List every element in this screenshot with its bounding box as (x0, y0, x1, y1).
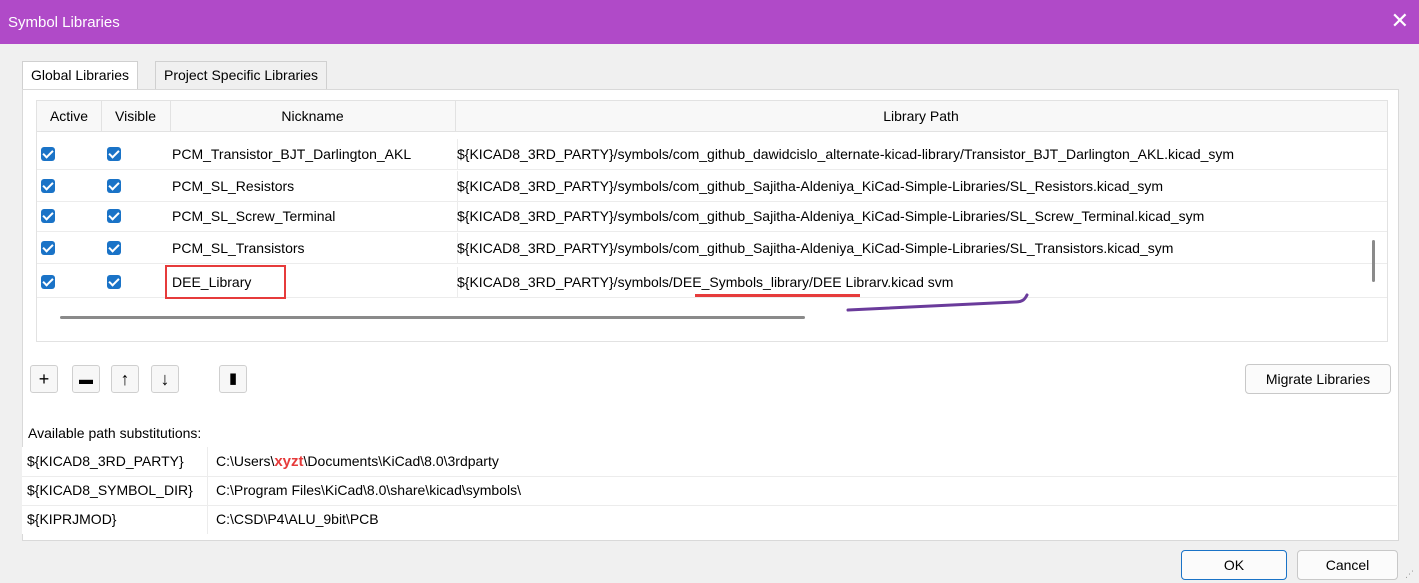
active-checkbox[interactable] (41, 275, 55, 289)
table-row[interactable]: PCM_Transistor_BJT_Darlington_AKL ${KICA… (37, 139, 1387, 170)
annotation-box (165, 265, 286, 299)
horizontal-scrollbar[interactable] (60, 316, 805, 319)
substitution-value: C:\CSD\P4\ALU_9bit\PCB (216, 511, 379, 527)
substitution-row[interactable]: ${KICAD8_3RD_PARTY} C:\Users\xyzt\Docume… (22, 447, 1397, 477)
active-checkbox[interactable] (41, 179, 55, 193)
add-icon[interactable]: + (30, 365, 58, 393)
arrow-down-icon[interactable]: ↓ (151, 365, 179, 393)
path-cell[interactable]: ${KICAD8_3RD_PARTY}/symbols/com_github_d… (457, 139, 1387, 169)
nickname-cell[interactable]: PCM_Transistor_BJT_Darlington_AKL (170, 139, 458, 169)
path-prefix: ${KICAD8_3RD_PARTY}/symbols/ (457, 274, 673, 290)
column-header-visible[interactable]: Visible (101, 101, 171, 131)
column-header-active[interactable]: Active (37, 101, 102, 131)
substitution-value: C:\Users\xyzt\Documents\KiCad\8.0\3rdpar… (216, 453, 499, 470)
active-checkbox[interactable] (41, 209, 55, 223)
library-table: Active Visible Nickname Library Path PCM… (36, 100, 1388, 342)
visible-checkbox[interactable] (107, 179, 121, 193)
column-header-nickname[interactable]: Nickname (170, 101, 456, 131)
close-icon[interactable]: ✕ (1391, 8, 1409, 34)
ok-button[interactable]: OK (1181, 550, 1287, 580)
table-row[interactable]: PCM_SL_Transistors ${KICAD8_3RD_PARTY}/s… (37, 233, 1387, 264)
resize-grip-icon[interactable]: ⋰ (1405, 569, 1415, 579)
substitution-row[interactable]: ${KICAD8_SYMBOL_DIR} C:\Program Files\Ki… (22, 476, 1397, 506)
substitutions-label: Available path substitutions: (28, 425, 202, 441)
migrate-libraries-button[interactable]: Migrate Libraries (1245, 364, 1391, 394)
path-suffix: /DEE Librarv.kicad svm (808, 274, 954, 290)
tab-global-libraries[interactable]: Global Libraries (22, 61, 139, 91)
folder-icon[interactable]: ▬ (72, 365, 100, 393)
table-row[interactable]: PCM_SL_Resistors ${KICAD8_3RD_PARTY}/sym… (37, 171, 1387, 202)
visible-checkbox[interactable] (107, 147, 121, 161)
nickname-cell[interactable]: PCM_SL_Resistors (170, 171, 458, 201)
cancel-button[interactable]: Cancel (1297, 550, 1398, 580)
path-cell[interactable]: ${KICAD8_3RD_PARTY}/symbols/com_github_S… (457, 201, 1387, 231)
visible-checkbox[interactable] (107, 275, 121, 289)
substitution-key: ${KICAD8_SYMBOL_DIR} (27, 476, 208, 505)
visible-checkbox[interactable] (107, 241, 121, 255)
vertical-scrollbar[interactable] (1372, 240, 1375, 282)
substitution-value: C:\Program Files\KiCad\8.0\share\kicad\s… (216, 482, 521, 498)
substitution-key: ${KICAD8_3RD_PARTY} (27, 447, 208, 476)
window-title: Symbol Libraries (8, 14, 120, 31)
tab-project-specific-libraries[interactable]: Project Specific Libraries (155, 61, 328, 90)
active-checkbox[interactable] (41, 241, 55, 255)
substitutions-table: ${KICAD8_3RD_PARTY} C:\Users\xyzt\Docume… (22, 447, 1397, 534)
path-cell[interactable]: ${KICAD8_3RD_PARTY}/symbols/com_github_S… (457, 171, 1387, 201)
substitution-key: ${KIPRJMOD} (27, 505, 208, 534)
column-header-library-path[interactable]: Library Path (455, 101, 1387, 131)
visible-checkbox[interactable] (107, 209, 121, 223)
nickname-cell[interactable]: PCM_SL_Transistors (170, 233, 458, 263)
table-row[interactable]: PCM_SL_Screw_Terminal ${KICAD8_3RD_PARTY… (37, 201, 1387, 232)
nickname-cell[interactable]: PCM_SL_Screw_Terminal (170, 201, 458, 231)
title-bar: Symbol Libraries ✕ (0, 0, 1419, 44)
arrow-up-icon[interactable]: ↑ (111, 365, 139, 393)
trash-icon[interactable]: ▮ (219, 365, 247, 393)
path-cell[interactable]: ${KICAD8_3RD_PARTY}/symbols/com_github_S… (457, 233, 1387, 263)
path-highlight: DEE_Symbols_library (672, 274, 809, 290)
annotation-underline (695, 294, 860, 297)
substitution-row[interactable]: ${KIPRJMOD} C:\CSD\P4\ALU_9bit\PCB (22, 505, 1397, 534)
annotation-stroke (846, 293, 1029, 312)
active-checkbox[interactable] (41, 147, 55, 161)
table-header: Active Visible Nickname Library Path (37, 101, 1387, 132)
